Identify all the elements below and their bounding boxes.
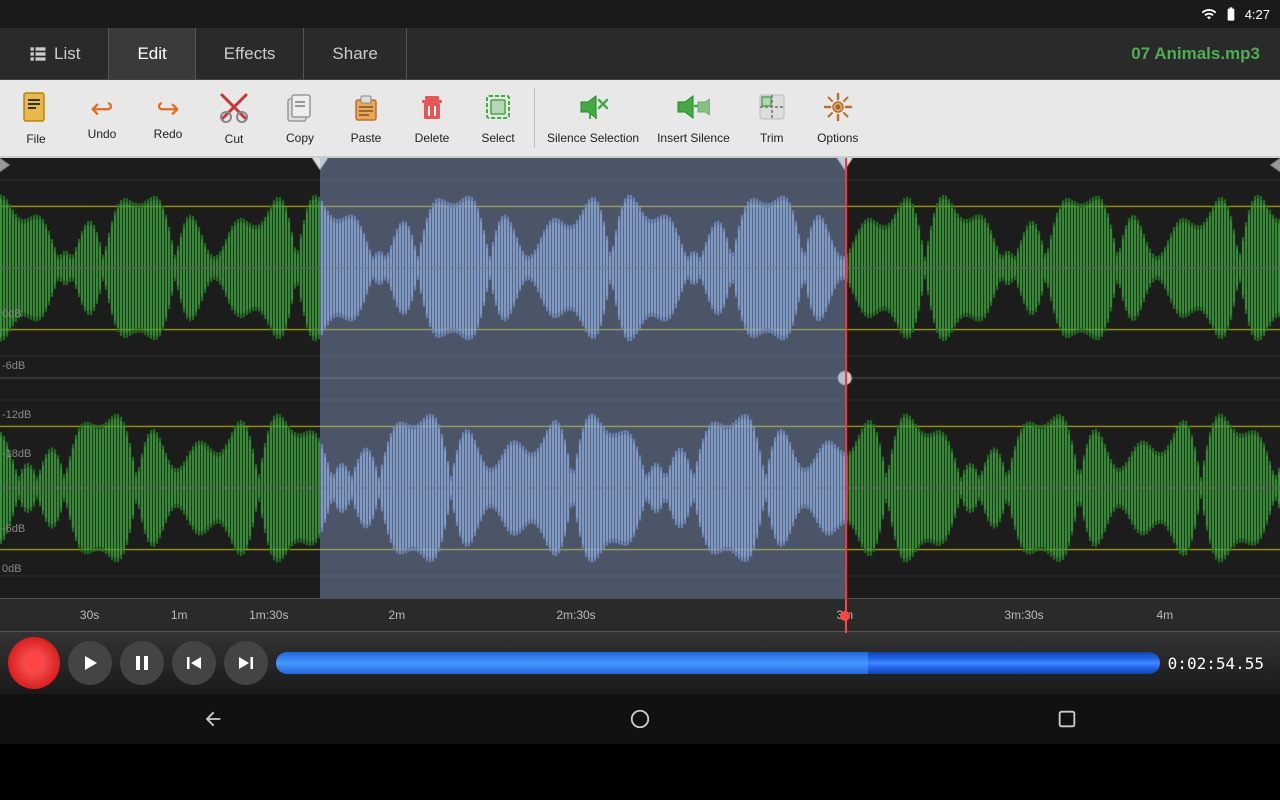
file-icon	[20, 91, 52, 128]
options-label: Options	[817, 131, 858, 145]
tab-share[interactable]: Share	[304, 28, 406, 79]
nav-bar	[0, 694, 1280, 744]
status-icons: 4:27	[1201, 6, 1270, 22]
file-title: 07 Animals.mp3	[1131, 28, 1280, 79]
insert-silence-icon	[676, 92, 710, 127]
recent-button[interactable]	[1056, 708, 1078, 730]
options-icon	[823, 92, 853, 127]
forward-button[interactable]	[224, 641, 268, 685]
cut-label: Cut	[225, 132, 244, 146]
tab-list[interactable]: List	[0, 28, 109, 79]
tab-edit-label: Edit	[137, 44, 166, 64]
time-cursor-dot	[840, 611, 850, 621]
time-marker-4m: 4m	[1156, 608, 1173, 622]
waveform-canvas	[0, 158, 1280, 598]
pause-button[interactable]	[120, 641, 164, 685]
paste-button[interactable]: Paste	[334, 82, 398, 154]
rewind-button[interactable]	[172, 641, 216, 685]
trim-label: Trim	[760, 131, 784, 145]
home-button[interactable]	[629, 708, 651, 730]
redo-button[interactable]: ↪ Redo	[136, 82, 200, 154]
status-bar: 4:27	[0, 0, 1280, 28]
cut-icon	[218, 91, 250, 128]
select-icon	[483, 92, 513, 127]
time-display: 4:27	[1245, 7, 1270, 22]
waveform-container[interactable]: 0dB -6dB -12dB -18dB -6dB 0dB	[0, 158, 1280, 598]
time-marker-3m30s: 3m:30s	[1004, 608, 1043, 622]
time-marker-1m: 1m	[171, 608, 188, 622]
silence-selection-icon	[576, 92, 610, 127]
file-button[interactable]: File	[4, 82, 68, 154]
trim-icon	[757, 92, 787, 127]
tab-effects-label: Effects	[224, 44, 276, 64]
tab-effects[interactable]: Effects	[196, 28, 305, 79]
paste-label: Paste	[351, 131, 382, 145]
select-button[interactable]: Select	[466, 82, 530, 154]
options-button[interactable]: Options	[806, 82, 870, 154]
copy-label: Copy	[286, 131, 314, 145]
record-button[interactable]	[8, 637, 60, 689]
time-marker-2m: 2m	[388, 608, 405, 622]
time-marker-1m30s: 1m:30s	[249, 608, 288, 622]
tab-list-label: List	[54, 44, 80, 64]
play-button[interactable]	[68, 641, 112, 685]
trim-button[interactable]: Trim	[740, 82, 804, 154]
insert-silence-button[interactable]: Insert Silence	[649, 82, 738, 154]
redo-label: Redo	[154, 127, 183, 141]
time-ruler: 30s 1m 1m:30s 2m 2m:30s 3m 3m:30s 4m	[0, 598, 1280, 632]
cut-button[interactable]: Cut	[202, 82, 266, 154]
progress-bar-fill	[276, 652, 868, 674]
delete-label: Delete	[415, 131, 450, 145]
delete-icon	[417, 92, 447, 127]
transport-bar: 0:02:54.55	[0, 632, 1280, 694]
time-display: 0:02:54.55	[1168, 654, 1272, 673]
delete-button[interactable]: Delete	[400, 82, 464, 154]
time-marker-2m30s: 2m:30s	[556, 608, 595, 622]
undo-icon: ↩	[90, 95, 113, 123]
wifi-icon	[1201, 6, 1217, 22]
file-label: File	[26, 132, 45, 146]
insert-silence-label: Insert Silence	[657, 131, 730, 145]
tab-bar: List Edit Effects Share 07 Animals.mp3	[0, 28, 1280, 80]
undo-button[interactable]: ↩ Undo	[70, 82, 134, 154]
silence-selection-label: Silence Selection	[547, 131, 639, 145]
tab-share-label: Share	[332, 44, 377, 64]
silence-selection-button[interactable]: Silence Selection	[539, 82, 647, 154]
select-label: Select	[481, 131, 514, 145]
tab-edit[interactable]: Edit	[109, 28, 195, 79]
battery-icon	[1223, 6, 1239, 22]
redo-icon: ↪	[156, 95, 179, 123]
copy-icon	[285, 92, 315, 127]
undo-label: Undo	[88, 127, 117, 141]
copy-button[interactable]: Copy	[268, 82, 332, 154]
toolbar-separator-1	[534, 88, 535, 148]
paste-icon	[351, 92, 381, 127]
toolbar: File ↩ Undo ↪ Redo Cut	[0, 80, 1280, 158]
back-button[interactable]	[202, 708, 224, 730]
time-marker-30s: 30s	[80, 608, 99, 622]
progress-bar[interactable]	[276, 652, 1160, 674]
